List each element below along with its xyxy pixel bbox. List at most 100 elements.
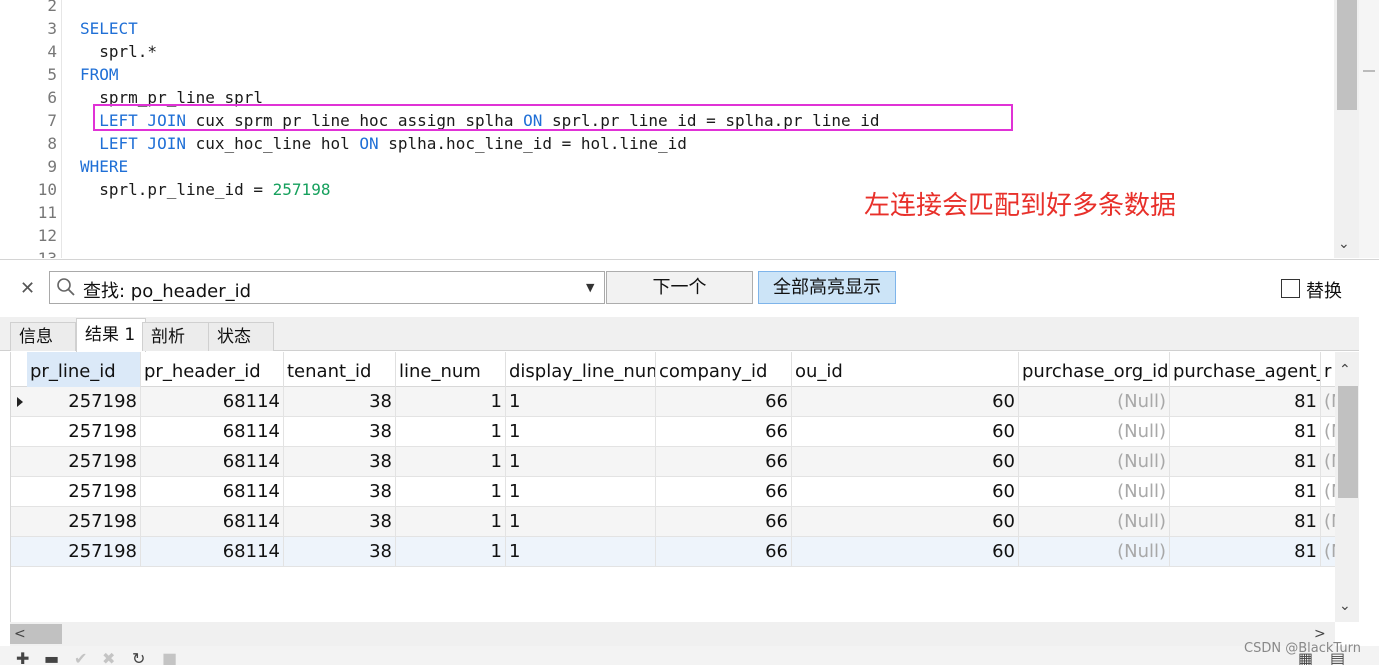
code-line[interactable]: SELECT bbox=[80, 17, 138, 40]
table-row[interactable]: 2571986811438116660(Null)81(N bbox=[11, 417, 1335, 447]
table-cell[interactable]: 68114 bbox=[141, 387, 284, 417]
chevron-down-icon[interactable]: ⌄ bbox=[1338, 236, 1350, 252]
row-selector[interactable] bbox=[11, 447, 27, 477]
table-cell[interactable]: 1 bbox=[506, 387, 656, 417]
table-cell[interactable]: 60 bbox=[792, 447, 1019, 477]
table-row[interactable]: 2571986811438116660(Null)81(N bbox=[11, 447, 1335, 477]
column-header-pr-line-id[interactable]: pr_line_id bbox=[27, 352, 141, 387]
table-cell[interactable]: 1 bbox=[396, 507, 506, 537]
replace-checkbox[interactable] bbox=[1281, 279, 1300, 298]
code-line[interactable]: LEFT JOIN cux_hoc_line hol ON splha.hoc_… bbox=[80, 132, 687, 155]
table-cell[interactable]: 1 bbox=[396, 447, 506, 477]
editor-scroll-thumb[interactable] bbox=[1337, 0, 1357, 110]
table-cell[interactable]: (N bbox=[1321, 387, 1335, 417]
column-header-ou-id[interactable]: ou_id bbox=[792, 352, 1019, 387]
table-cell[interactable]: 1 bbox=[506, 447, 656, 477]
dropdown-arrow-icon[interactable]: ▼ bbox=[586, 281, 594, 294]
table-row[interactable]: 2571986811438116660(Null)81(N bbox=[11, 387, 1335, 417]
grid-horizontal-scrollbar[interactable] bbox=[10, 622, 1335, 646]
table-cell[interactable]: 257198 bbox=[27, 477, 141, 507]
row-selector[interactable] bbox=[11, 477, 27, 507]
tab-result-1[interactable]: 结果 1 bbox=[76, 318, 146, 352]
table-cell[interactable]: 60 bbox=[792, 477, 1019, 507]
table-cell[interactable]: 68114 bbox=[141, 477, 284, 507]
stop-icon[interactable]: ■ bbox=[162, 651, 177, 665]
table-cell[interactable]: 257198 bbox=[27, 537, 141, 567]
row-selector[interactable] bbox=[11, 537, 27, 567]
table-cell[interactable]: 257198 bbox=[27, 447, 141, 477]
grid-vertical-scroll-thumb[interactable] bbox=[1338, 386, 1358, 498]
table-cell[interactable]: 81 bbox=[1170, 507, 1321, 537]
table-cell[interactable]: 81 bbox=[1170, 537, 1321, 567]
search-input-value[interactable]: 查找: po_header_id bbox=[83, 277, 251, 303]
table-cell[interactable]: 38 bbox=[284, 387, 396, 417]
table-cell[interactable]: 81 bbox=[1170, 477, 1321, 507]
table-cell[interactable]: 81 bbox=[1170, 417, 1321, 447]
delete-record-icon[interactable]: ▬ bbox=[44, 651, 59, 665]
table-cell[interactable]: 1 bbox=[506, 477, 656, 507]
table-cell[interactable]: 1 bbox=[506, 537, 656, 567]
table-cell[interactable]: (N bbox=[1321, 507, 1335, 537]
table-cell[interactable]: 66 bbox=[656, 387, 792, 417]
column-header-purchase-agent-id[interactable]: purchase_agent_id bbox=[1170, 352, 1321, 387]
row-selector[interactable] bbox=[11, 507, 27, 537]
table-cell[interactable]: (Null) bbox=[1019, 507, 1170, 537]
table-cell[interactable]: 68114 bbox=[141, 447, 284, 477]
table-cell[interactable]: 66 bbox=[656, 507, 792, 537]
table-cell[interactable]: (N bbox=[1321, 447, 1335, 477]
table-cell[interactable]: 68114 bbox=[141, 417, 284, 447]
table-cell[interactable]: 60 bbox=[792, 387, 1019, 417]
add-record-icon[interactable]: ✚ bbox=[16, 651, 29, 665]
column-header-tenant-id[interactable]: tenant_id bbox=[284, 352, 396, 387]
code-line[interactable]: FROM bbox=[80, 63, 119, 86]
table-cell[interactable]: 68114 bbox=[141, 507, 284, 537]
code-line[interactable]: sprl.* bbox=[80, 40, 157, 63]
table-cell[interactable]: 38 bbox=[284, 417, 396, 447]
table-cell[interactable]: 1 bbox=[506, 507, 656, 537]
column-header-line-num[interactable]: line_num bbox=[396, 352, 506, 387]
table-cell[interactable]: 38 bbox=[284, 447, 396, 477]
table-cell[interactable]: (Null) bbox=[1019, 417, 1170, 447]
discard-icon[interactable]: ✖ bbox=[102, 651, 115, 665]
table-cell[interactable]: (N bbox=[1321, 537, 1335, 567]
code-line[interactable]: sprl.pr_line_id = 257198 bbox=[80, 178, 330, 201]
sql-editor[interactable]: 2345678910111213 SELECT sprl.*FROM sprm_… bbox=[0, 0, 1379, 258]
chevron-up-icon[interactable]: ⌃ bbox=[1339, 362, 1351, 378]
find-next-button[interactable]: 下一个 bbox=[606, 271, 753, 304]
table-cell[interactable]: 60 bbox=[792, 537, 1019, 567]
table-cell[interactable]: (Null) bbox=[1019, 447, 1170, 477]
column-header-company-id[interactable]: company_id bbox=[656, 352, 792, 387]
apply-icon[interactable]: ✔ bbox=[74, 651, 87, 665]
table-cell[interactable]: (N bbox=[1321, 477, 1335, 507]
table-cell[interactable]: 68114 bbox=[141, 537, 284, 567]
table-cell[interactable]: 66 bbox=[656, 447, 792, 477]
table-cell[interactable]: 1 bbox=[396, 417, 506, 447]
table-cell[interactable]: 66 bbox=[656, 417, 792, 447]
table-cell[interactable]: 257198 bbox=[27, 507, 141, 537]
column-header-r[interactable]: r bbox=[1321, 352, 1335, 387]
table-cell[interactable]: 60 bbox=[792, 507, 1019, 537]
table-cell[interactable]: 38 bbox=[284, 477, 396, 507]
table-cell[interactable]: 38 bbox=[284, 537, 396, 567]
result-grid[interactable]: pr_line_id pr_header_id tenant_id line_num d… bbox=[10, 352, 1335, 622]
column-header-purchase-org-id[interactable]: purchase_org_id bbox=[1019, 352, 1170, 387]
table-cell[interactable]: (Null) bbox=[1019, 387, 1170, 417]
table-cell[interactable]: (N bbox=[1321, 417, 1335, 447]
tab-status[interactable]: 状态 bbox=[208, 322, 274, 351]
close-icon[interactable]: ✕ bbox=[20, 278, 35, 299]
refresh-icon[interactable]: ↻ bbox=[132, 651, 145, 665]
table-cell[interactable]: 1 bbox=[396, 477, 506, 507]
row-selector[interactable] bbox=[11, 417, 27, 447]
table-cell[interactable]: 66 bbox=[656, 477, 792, 507]
column-header-display-line-num[interactable]: display_line_num bbox=[506, 352, 656, 387]
table-cell[interactable]: (Null) bbox=[1019, 477, 1170, 507]
table-row[interactable]: 2571986811438116660(Null)81(N bbox=[11, 537, 1335, 567]
highlight-all-button[interactable]: 全部高亮显示 bbox=[758, 271, 896, 304]
column-header-pr-header-id[interactable]: pr_header_id bbox=[141, 352, 284, 387]
table-row[interactable]: 2571986811438116660(Null)81(N bbox=[11, 507, 1335, 537]
chevron-left-icon[interactable]: < bbox=[14, 626, 26, 642]
table-cell[interactable]: 257198 bbox=[27, 387, 141, 417]
table-cell[interactable]: (Null) bbox=[1019, 537, 1170, 567]
tab-profile[interactable]: 剖析 bbox=[142, 322, 210, 351]
table-cell[interactable]: 1 bbox=[396, 537, 506, 567]
